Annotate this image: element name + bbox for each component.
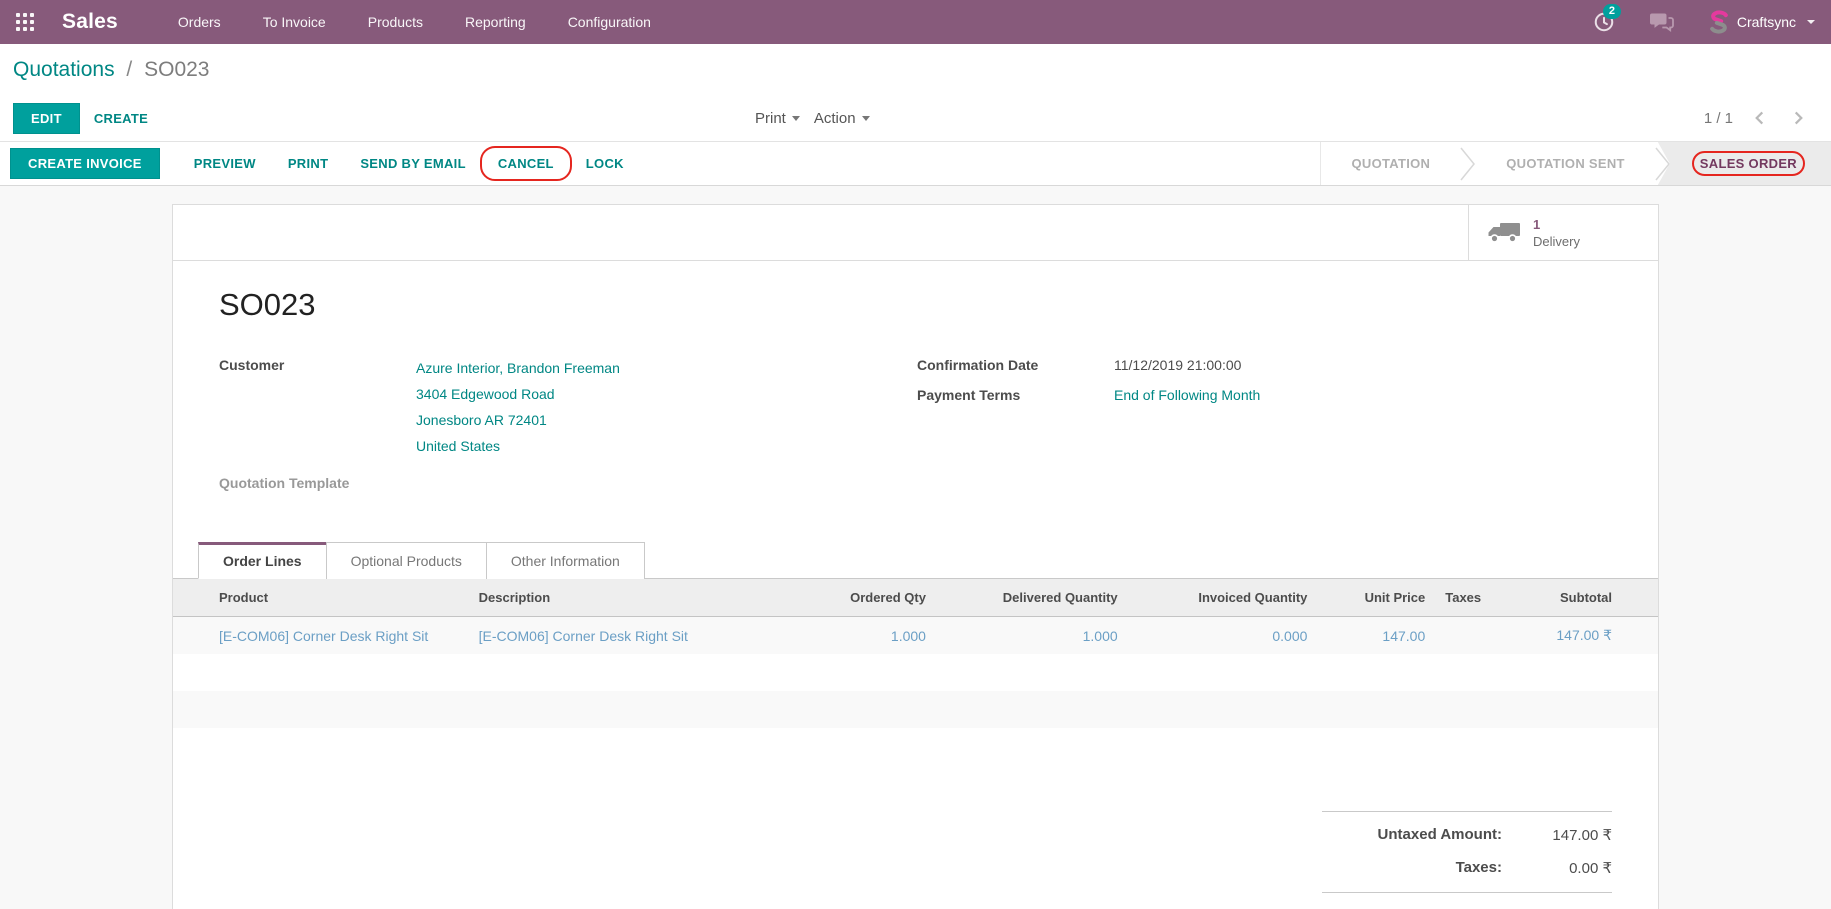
pager-value: 1 / 1 [1703, 109, 1733, 127]
truck-icon [1488, 222, 1520, 243]
delivery-smart-button[interactable]: 1 Delivery [1468, 205, 1658, 260]
chevron-right-icon [1794, 111, 1803, 125]
messages-menu[interactable] [1649, 11, 1675, 33]
breadcrumb-quotations[interactable]: Quotations [13, 58, 115, 81]
preview-button[interactable]: PREVIEW [180, 149, 270, 178]
menu-to-invoice[interactable]: To Invoice [263, 14, 326, 30]
notebook-tabs: Order Lines Optional Products Other Info… [173, 542, 1658, 579]
quotation-template-label: Quotation Template [219, 475, 350, 491]
breadcrumb-separator: / [126, 58, 133, 81]
chevron-down-icon [861, 115, 870, 121]
taxes-total-label: Taxes: [1455, 859, 1502, 876]
untaxed-amount-label: Untaxed Amount: [1377, 826, 1502, 843]
app-name[interactable]: Sales [62, 10, 118, 34]
tab-other-information[interactable]: Other Information [485, 542, 645, 579]
breadcrumb-current: SO023 [144, 58, 210, 81]
customer-label: Customer [219, 357, 285, 373]
cancel-button[interactable]: CANCEL [484, 149, 568, 178]
send-by-email-button[interactable]: SEND BY EMAIL [346, 149, 480, 178]
menu-configuration[interactable]: Configuration [568, 14, 651, 30]
col-subtotal: Subtotal [1560, 590, 1613, 605]
action-dropdown-label: Action [813, 109, 856, 127]
col-unit-price: Unit Price [1364, 590, 1426, 605]
chevron-left-icon [1755, 111, 1764, 125]
untaxed-amount-value: 147.00 ₹ [1552, 826, 1612, 844]
edit-button[interactable]: EDIT [13, 102, 80, 134]
invoiced-qty-value: 0.000 [1272, 627, 1308, 644]
menu-products[interactable]: Products [368, 14, 423, 30]
state-sales-order[interactable]: SALES ORDER [1657, 142, 1831, 185]
cancel-annotation-highlight: CANCEL [479, 146, 572, 181]
chevron-down-icon [1807, 20, 1815, 24]
col-description: Description [478, 590, 551, 605]
payment-terms-label: Payment Terms [917, 387, 1021, 403]
col-product: Product [219, 590, 269, 605]
delivered-qty-value: 1.000 [1082, 627, 1118, 644]
col-ordered-qty: Ordered Qty [850, 590, 926, 605]
state-quotation-sent[interactable]: QUOTATION SENT [1476, 142, 1655, 185]
unit-price-value: 147.00 [1382, 627, 1426, 644]
breadcrumb: Quotations / SO023 [13, 58, 1815, 82]
col-taxes: Taxes [1445, 590, 1482, 605]
chat-icon [1649, 13, 1674, 32]
step-arrow-icon [1460, 142, 1476, 185]
empty-row [173, 728, 1658, 765]
delivery-count: 1 [1533, 216, 1541, 232]
confirmation-date-value: 11/12/2019 21:00:00 [1114, 357, 1242, 373]
smart-button-row: 1 Delivery [173, 205, 1658, 261]
state-quotation[interactable]: QUOTATION [1321, 142, 1460, 185]
product-link[interactable]: [E-COM06] Corner Desk Right Sit [219, 628, 428, 644]
main-menu: Orders To Invoice Products Reporting Con… [178, 14, 651, 30]
col-delivered-quantity: Delivered Quantity [1002, 590, 1118, 605]
apps-grid-icon[interactable] [16, 13, 34, 31]
taxes-total-value: 0.00 ₹ [1569, 859, 1612, 877]
action-dropdown[interactable]: Action [814, 110, 870, 127]
totals-block: Untaxed Amount: 147.00 ₹ Taxes: 0.00 ₹ [1322, 811, 1612, 893]
tab-optional-products[interactable]: Optional Products [325, 542, 487, 579]
col-invoiced-quantity: Invoiced Quantity [1198, 590, 1308, 605]
subtotal-value: 147.00 ₹ [1556, 627, 1613, 643]
sales-order-annotation-highlight: SALES ORDER [1691, 151, 1806, 176]
control-panel: Quotations / SO023 EDIT CREATE Print Act… [0, 44, 1831, 141]
description-link[interactable]: [E-COM06] Corner Desk Right Sit [479, 628, 688, 644]
user-menu[interactable]: Craftsync [1709, 10, 1815, 34]
table-header-row: Product Description Ordered Qty Delivere… [173, 579, 1658, 617]
ordered-qty-value: 1.000 [890, 627, 926, 644]
activity-menu[interactable]: 2 [1593, 4, 1621, 33]
confirmation-date-label: Confirmation Date [917, 357, 1039, 373]
chevron-down-icon [791, 115, 800, 121]
statusbar: CREATE INVOICE PREVIEW PRINT SEND BY EMA… [0, 141, 1831, 186]
order-sheet: 1 Delivery SO023 Customer Azure Interior… [172, 204, 1659, 909]
company-logo [1710, 10, 1728, 34]
pager-previous-button[interactable] [1747, 110, 1772, 126]
menu-orders[interactable]: Orders [178, 14, 221, 30]
delivery-label: Delivery [1533, 233, 1580, 249]
customer-link[interactable]: Azure Interior, Brandon Freeman [416, 355, 620, 381]
customer-address-line[interactable]: United States [416, 433, 620, 459]
activity-count-badge: 2 [1602, 4, 1621, 19]
order-line-row[interactable]: [E-COM06] Corner Desk Right Sit [E-COM06… [173, 617, 1658, 654]
order-title: SO023 [219, 287, 316, 322]
print-button[interactable]: PRINT [274, 149, 343, 178]
customer-address-line[interactable]: 3404 Edgewood Road [416, 381, 620, 407]
customer-address-line[interactable]: Jonesboro AR 72401 [416, 407, 620, 433]
pager-next-button[interactable] [1786, 110, 1811, 126]
order-lines-table: Product Description Ordered Qty Delivere… [173, 579, 1658, 765]
print-dropdown[interactable]: Print [755, 110, 800, 127]
customer-field: Azure Interior, Brandon Freeman 3404 Edg… [416, 355, 620, 459]
status-pipeline: QUOTATION QUOTATION SENT SALES ORDER [1320, 142, 1831, 185]
empty-row [173, 654, 1658, 691]
tab-order-lines[interactable]: Order Lines [198, 542, 327, 579]
payment-terms-link[interactable]: End of Following Month [1114, 385, 1260, 403]
empty-row [173, 691, 1658, 728]
create-invoice-button[interactable]: CREATE INVOICE [10, 148, 160, 179]
top-navbar: Sales Orders To Invoice Products Reporti… [0, 0, 1831, 44]
lock-button[interactable]: LOCK [572, 149, 638, 178]
form-view: 1 Delivery SO023 Customer Azure Interior… [0, 204, 1831, 909]
menu-reporting[interactable]: Reporting [465, 14, 526, 30]
create-button[interactable]: CREATE [80, 104, 162, 133]
user-name: Craftsync [1736, 14, 1796, 30]
print-dropdown-label: Print [755, 109, 786, 127]
